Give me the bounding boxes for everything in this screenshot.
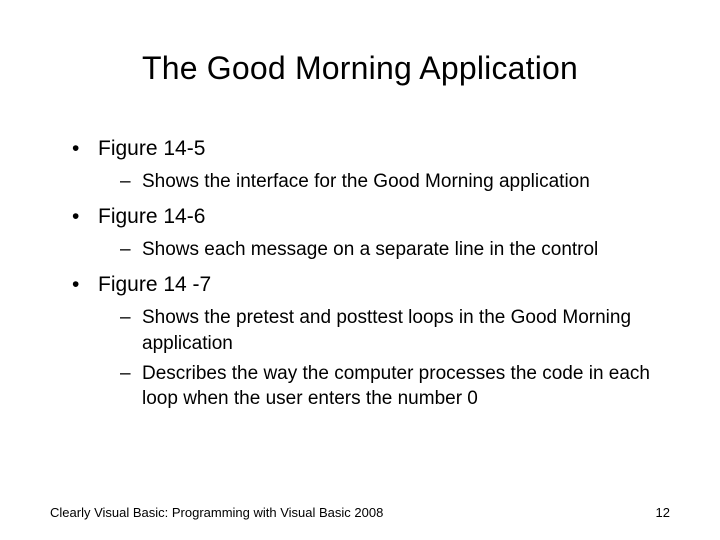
sub-bullet-list: Shows the interface for the Good Morning… bbox=[98, 169, 670, 195]
bullet-list: Figure 14-5 Shows the interface for the … bbox=[50, 135, 670, 412]
sub-bullet-list: Shows the pretest and posttest loops in … bbox=[98, 305, 670, 412]
sub-bullet-text: Shows the interface for the Good Morning… bbox=[142, 171, 590, 192]
bullet-item: Figure 14-6 Shows each message on a sepa… bbox=[72, 203, 670, 263]
sub-bullet-list: Shows each message on a separate line in… bbox=[98, 237, 670, 263]
sub-bullet-item: Shows the interface for the Good Morning… bbox=[120, 169, 670, 195]
sub-bullet-text: Shows the pretest and posttest loops in … bbox=[142, 307, 631, 354]
bullet-text: Figure 14-6 bbox=[98, 205, 205, 228]
slide: The Good Morning Application Figure 14-5… bbox=[0, 0, 720, 540]
footer-text: Clearly Visual Basic: Programming with V… bbox=[50, 505, 383, 520]
bullet-item: Figure 14-5 Shows the interface for the … bbox=[72, 135, 670, 195]
sub-bullet-text: Shows each message on a separate line in… bbox=[142, 239, 598, 260]
slide-title: The Good Morning Application bbox=[50, 50, 670, 87]
sub-bullet-text: Describes the way the computer processes… bbox=[142, 363, 650, 410]
slide-body: Figure 14-5 Shows the interface for the … bbox=[50, 135, 670, 412]
slide-footer: Clearly Visual Basic: Programming with V… bbox=[50, 505, 670, 520]
bullet-item: Figure 14 -7 Shows the pretest and postt… bbox=[72, 271, 670, 412]
bullet-text: Figure 14-5 bbox=[98, 137, 205, 160]
sub-bullet-item: Describes the way the computer processes… bbox=[120, 361, 670, 412]
bullet-text: Figure 14 -7 bbox=[98, 273, 211, 296]
sub-bullet-item: Shows each message on a separate line in… bbox=[120, 237, 670, 263]
sub-bullet-item: Shows the pretest and posttest loops in … bbox=[120, 305, 670, 356]
page-number: 12 bbox=[656, 505, 670, 520]
